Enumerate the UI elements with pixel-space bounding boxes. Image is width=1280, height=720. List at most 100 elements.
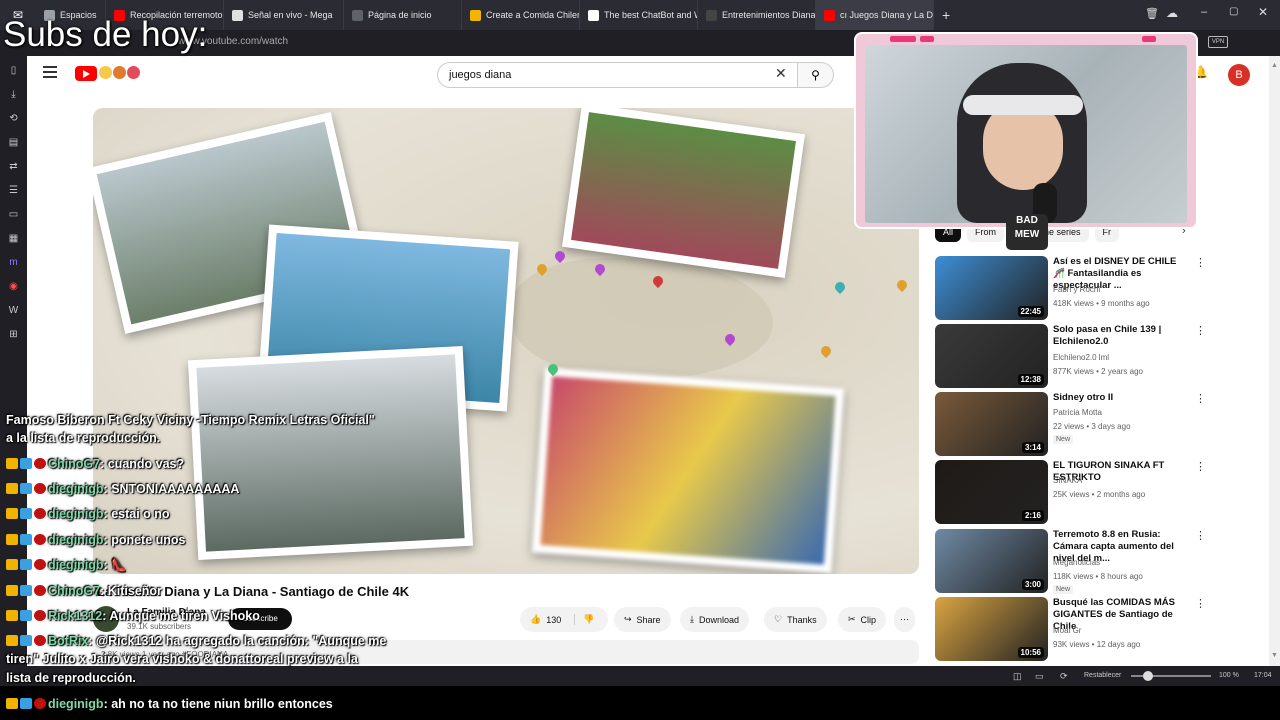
more-options-icon[interactable]: ⋮ bbox=[1195, 256, 1206, 269]
video-thumbnail[interactable]: 3:00 bbox=[935, 529, 1048, 593]
close-window-button[interactable]: ✕ bbox=[1258, 5, 1268, 19]
trash-icon[interactable]: 🗑 bbox=[1145, 7, 1159, 20]
download-icon[interactable]: ⤓ bbox=[6, 86, 22, 103]
translate-icon[interactable]: ⇄ bbox=[6, 158, 22, 175]
chat-message: dieginigb: SNTONIAAAAAAAAA bbox=[6, 481, 239, 497]
recommendation-item[interactable]: 2:16 EL TIGURON SINAKA FT ESTRIKTO SINAKA 2… bbox=[935, 460, 1206, 524]
video-thumbnail[interactable]: 12:38 bbox=[935, 324, 1048, 388]
crown-badge-icon bbox=[6, 458, 18, 469]
video-player[interactable] bbox=[93, 108, 919, 574]
cloud-icon[interactable]: ☁ bbox=[1166, 6, 1178, 20]
doodle-food-icon[interactable] bbox=[99, 66, 112, 79]
more-options-icon[interactable]: ⋮ bbox=[1195, 529, 1206, 542]
bookmark-icon[interactable]: ▯ bbox=[6, 62, 22, 79]
crown-badge-icon bbox=[6, 698, 18, 709]
recommendation-item[interactable]: 22:45 Así es el DISNEY DE CHILE 🎢 Fantasi… bbox=[935, 256, 1206, 320]
reading-list-icon[interactable]: ☰ bbox=[6, 182, 22, 199]
recommendation-title[interactable]: Sidney otro II bbox=[1053, 392, 1187, 404]
search-input[interactable]: juegos diana bbox=[437, 62, 798, 88]
page-actions-icon[interactable]: ⟳ bbox=[1060, 671, 1068, 682]
chat-text: a la lista de reproducción. bbox=[6, 431, 161, 445]
tab-favicon-icon bbox=[470, 9, 481, 21]
chat-username: dieginigb bbox=[48, 558, 104, 572]
more-options-icon[interactable]: ⋮ bbox=[1195, 324, 1206, 337]
vpn-button[interactable]: VPN bbox=[1208, 36, 1228, 48]
tab-label: Señal en vivo - Mega bbox=[248, 10, 333, 20]
zoom-slider[interactable] bbox=[1131, 671, 1211, 681]
more-actions-button[interactable]: ⋯ bbox=[894, 607, 915, 632]
chat-message: dieginigb: ah no ta no tiene niun brillo… bbox=[6, 696, 333, 712]
clip-button[interactable]: ✂ Clip bbox=[838, 607, 887, 632]
page-scrollbar[interactable]: ▲ ▼ bbox=[1269, 56, 1280, 666]
browser-tab[interactable]: Entretenimientos Diana bbox=[698, 0, 816, 30]
browser-tab[interactable]: cı Juegos Diana y La Diana bbox=[816, 0, 934, 30]
history-icon[interactable]: ⟲ bbox=[6, 110, 22, 127]
recommendation-channel[interactable]: SINAKA bbox=[1053, 476, 1082, 485]
calendar-icon[interactable]: ▦ bbox=[6, 230, 22, 247]
chat-username: dieginigb bbox=[48, 482, 104, 496]
screenshot-icon[interactable]: ◫ bbox=[1013, 671, 1022, 682]
chat-message: dieginigb: 👠 bbox=[6, 557, 127, 573]
cam-frame-deco bbox=[1142, 36, 1156, 42]
recommendation-channel[interactable]: Elchileno2.0 lml bbox=[1053, 353, 1109, 362]
like-icon[interactable]: 👍 bbox=[530, 614, 541, 625]
crown-badge-icon bbox=[6, 559, 18, 570]
more-options-icon[interactable]: ⋮ bbox=[1195, 392, 1206, 405]
notes-icon[interactable]: ▤ bbox=[6, 134, 22, 151]
video-thumbnail[interactable]: 3:14 bbox=[935, 392, 1048, 456]
doodle-food-icon[interactable] bbox=[113, 66, 126, 79]
recommendation-item[interactable]: 12:38 Solo pasa en Chile 139 | Elchileno2… bbox=[935, 324, 1206, 388]
window-icon[interactable]: ▭ bbox=[6, 206, 22, 223]
doodle-food-icon[interactable] bbox=[127, 66, 140, 79]
duration-badge: 22:45 bbox=[1017, 306, 1044, 317]
recommendation-channel[interactable]: Patricia Motta bbox=[1053, 408, 1102, 417]
recommendation-item[interactable]: 3:00 Terremoto 8.8 en Rusia: Cámara capta… bbox=[935, 529, 1206, 594]
new-tab-button[interactable]: + bbox=[942, 7, 950, 23]
recommendation-meta: 22 views • 3 days ago bbox=[1053, 422, 1131, 431]
menu-icon[interactable] bbox=[43, 66, 57, 78]
download-button[interactable]: ⤓ Download bbox=[680, 607, 750, 632]
minimize-button[interactable]: – bbox=[1201, 6, 1207, 18]
video-thumbnail[interactable]: 2:16 bbox=[935, 460, 1048, 524]
recommendation-meta: 877K views • 2 years ago bbox=[1053, 367, 1143, 376]
search-button[interactable]: ⚲ bbox=[798, 62, 834, 88]
like-count[interactable]: 130 bbox=[546, 615, 561, 625]
recommendation-item[interactable]: 3:14 Sidney otro II Patricia Motta 22 views… bbox=[935, 392, 1206, 456]
sub-badge-icon bbox=[20, 559, 32, 570]
mastodon-icon[interactable]: m bbox=[6, 254, 22, 271]
clear-search-icon[interactable]: ✕ bbox=[775, 65, 787, 82]
browser-tab[interactable]: Create a Comida Chilena Te bbox=[462, 0, 580, 30]
scroll-up-icon[interactable]: ▲ bbox=[1271, 62, 1278, 72]
youtube-logo[interactable] bbox=[75, 66, 97, 81]
maximize-button[interactable]: ▢ bbox=[1229, 6, 1238, 17]
more-options-icon[interactable]: ⋮ bbox=[1195, 597, 1206, 610]
video-thumbnail[interactable]: 22:45 bbox=[935, 256, 1048, 320]
recommendation-meta: 93K views • 12 days ago bbox=[1053, 640, 1141, 649]
recommendation-title[interactable]: Solo pasa en Chile 139 | Elchileno2.0 bbox=[1053, 324, 1187, 348]
recommendation-channel[interactable]: Moai Gr bbox=[1053, 626, 1081, 635]
wikipedia-icon[interactable]: W bbox=[6, 302, 22, 319]
thanks-button[interactable]: ♡ Thanks bbox=[764, 607, 827, 632]
role-badge-icon bbox=[34, 458, 46, 469]
browser-tab[interactable]: Señal en vivo - Mega bbox=[224, 0, 344, 30]
browser-tab[interactable]: Página de inicio bbox=[344, 0, 462, 30]
vivaldi-icon[interactable]: ◉ bbox=[6, 278, 22, 295]
screen: ✉ EspaciosRecopilación terremoto chiSeña… bbox=[0, 0, 1280, 720]
recommendation-channel[interactable]: Meganoticias bbox=[1053, 558, 1100, 567]
reset-zoom-label[interactable]: Restablecer bbox=[1084, 672, 1121, 679]
scroll-down-icon[interactable]: ▼ bbox=[1271, 652, 1278, 662]
zoom-slider-knob[interactable] bbox=[1143, 671, 1153, 681]
duration-badge: 2:16 bbox=[1021, 510, 1044, 521]
account-avatar[interactable]: B bbox=[1228, 64, 1250, 86]
browser-tab[interactable]: The best ChatBot and Wid bbox=[580, 0, 698, 30]
recommendation-channel[interactable]: Fabri y Rochi bbox=[1053, 285, 1100, 294]
more-options-icon[interactable]: ⋮ bbox=[1195, 460, 1206, 473]
add-panel-icon[interactable]: ⊞ bbox=[6, 326, 22, 343]
recommendation-meta: 25K views • 2 months ago bbox=[1053, 490, 1146, 499]
search-icon: ⚲ bbox=[811, 68, 820, 82]
tiling-icon[interactable]: ▭ bbox=[1035, 671, 1044, 682]
video-thumbnail[interactable]: 10:56 bbox=[935, 597, 1048, 661]
dislike-icon[interactable]: 👎 bbox=[574, 614, 594, 625]
share-button[interactable]: ↪ Share bbox=[614, 607, 671, 632]
recommendation-item[interactable]: 10:56 Busqué las COMIDAS MÁS GIGANTES de … bbox=[935, 597, 1206, 661]
